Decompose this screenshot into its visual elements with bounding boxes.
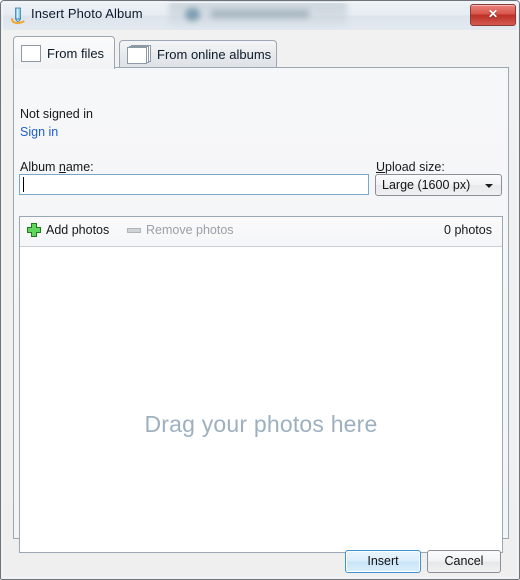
cancel-button[interactable]: Cancel: [427, 550, 501, 573]
signin-status: Not signed in: [20, 107, 93, 121]
minus-icon: [127, 223, 141, 237]
album-name-label: Album name:: [20, 160, 94, 174]
pencil-swoosh-icon: [10, 7, 25, 25]
ghost-window-artifact: [169, 1, 347, 27]
ghost-icon: [185, 8, 200, 21]
tab-from-online-albums[interactable]: From online albums: [119, 40, 277, 68]
insert-photo-album-dialog: Insert Photo Album ✕ From files From onl: [0, 0, 520, 580]
add-photos-button[interactable]: Add photos: [27, 223, 109, 237]
upload-size-dropdown[interactable]: Large (1600 px): [375, 174, 502, 196]
tab-from-files[interactable]: From files: [13, 36, 115, 69]
text-caret: [23, 177, 24, 192]
photo-list-panel: Add photos Remove photos 0 photos Drag y…: [19, 216, 503, 553]
tab-from-online-albums-label: From online albums: [157, 47, 272, 62]
dialog-body: From files From online albums Not signed…: [1, 30, 519, 579]
close-button[interactable]: ✕: [470, 4, 516, 26]
title-bar[interactable]: Insert Photo Album ✕: [1, 1, 519, 30]
photo-icon: [21, 44, 41, 62]
remove-photos-label: Remove photos: [146, 223, 234, 237]
dialog-footer: Insert Cancel: [1, 539, 519, 579]
drop-hint-text: Drag your photos here: [144, 411, 378, 437]
tab-strip: From files From online albums: [13, 36, 509, 69]
sign-in-link[interactable]: Sign in: [20, 125, 58, 139]
add-photos-label: Add photos: [46, 223, 110, 237]
album-name-input[interactable]: [19, 174, 369, 195]
chevron-down-icon: [485, 184, 493, 188]
close-icon: ✕: [487, 7, 499, 21]
ghost-text: [211, 10, 309, 18]
photo-toolbar: Add photos Remove photos 0 photos: [20, 217, 502, 247]
upload-size-value: Large (1600 px): [382, 178, 471, 192]
photo-count-label: 0 photos: [444, 223, 492, 237]
photo-stack-icon: [127, 45, 151, 64]
upload-size-label: Upload size:: [376, 160, 445, 174]
tab-from-files-label: From files: [47, 45, 105, 61]
window-title: Insert Photo Album: [31, 6, 143, 21]
remove-photos-button: Remove photos: [127, 223, 234, 237]
plus-icon: [27, 223, 41, 237]
insert-button[interactable]: Insert: [345, 550, 421, 573]
photo-drop-area[interactable]: Drag your photos here: [20, 247, 502, 552]
